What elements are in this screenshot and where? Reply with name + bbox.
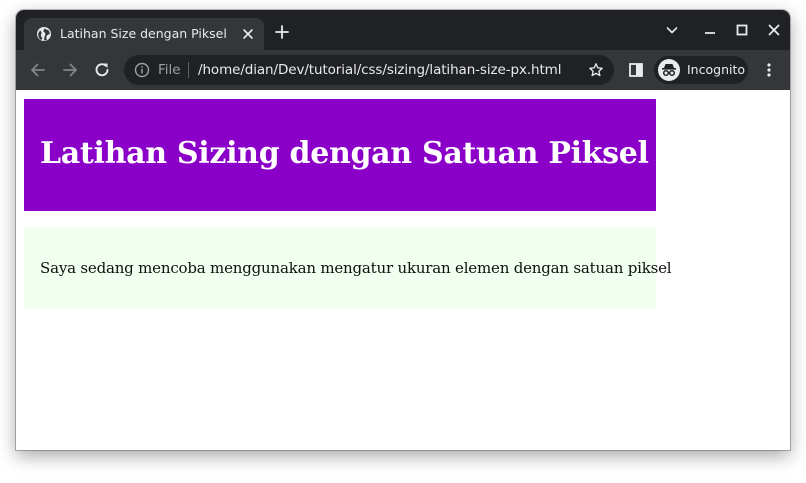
plus-icon[interactable] (274, 24, 290, 40)
url-scheme: File (158, 62, 181, 78)
incognito-icon (658, 59, 680, 81)
page-header: Latihan Sizing dengan Satuan Piksel (24, 99, 656, 211)
page-heading: Latihan Sizing dengan Satuan Piksel (40, 136, 649, 171)
info-icon[interactable] (134, 62, 150, 78)
address-divider (188, 62, 189, 78)
tab-title: Latihan Size dengan Piksel (60, 26, 227, 41)
tab-strip: Latihan Size dengan Piksel (16, 10, 790, 50)
close-icon[interactable] (240, 26, 256, 42)
page-viewport: Latihan Sizing dengan Satuan Piksel Saya… (16, 90, 790, 450)
chevron-down-icon[interactable] (664, 22, 680, 38)
content-box: Saya sedang mencoba menggunakan mengatur… (24, 227, 672, 309)
star-icon[interactable] (588, 62, 604, 78)
url-text[interactable]: /home/dian/Dev/tutorial/css/sizing/latih… (198, 62, 561, 78)
content-paragraph: Saya sedang mencoba menggunakan mengatur… (40, 259, 672, 277)
minimize-icon[interactable] (702, 22, 718, 38)
reload-icon[interactable] (92, 60, 112, 80)
window-close-icon[interactable] (766, 22, 782, 38)
tab-active[interactable]: Latihan Size dengan Piksel (24, 18, 264, 50)
arrow-right-icon[interactable] (60, 60, 80, 80)
kebab-menu-icon[interactable] (759, 60, 779, 80)
maximize-icon[interactable] (734, 22, 750, 38)
browser-window: Latihan Size dengan Piksel File /home/di… (16, 10, 790, 450)
side-panel-icon[interactable] (626, 60, 646, 80)
toolbar: File /home/dian/Dev/tutorial/css/sizing/… (16, 50, 790, 90)
globe-icon (37, 27, 51, 41)
profile-button[interactable]: Incognito (654, 56, 748, 84)
address-bar[interactable]: File /home/dian/Dev/tutorial/css/sizing/… (124, 55, 614, 85)
arrow-left-icon[interactable] (28, 60, 48, 80)
profile-label: Incognito (687, 62, 746, 77)
